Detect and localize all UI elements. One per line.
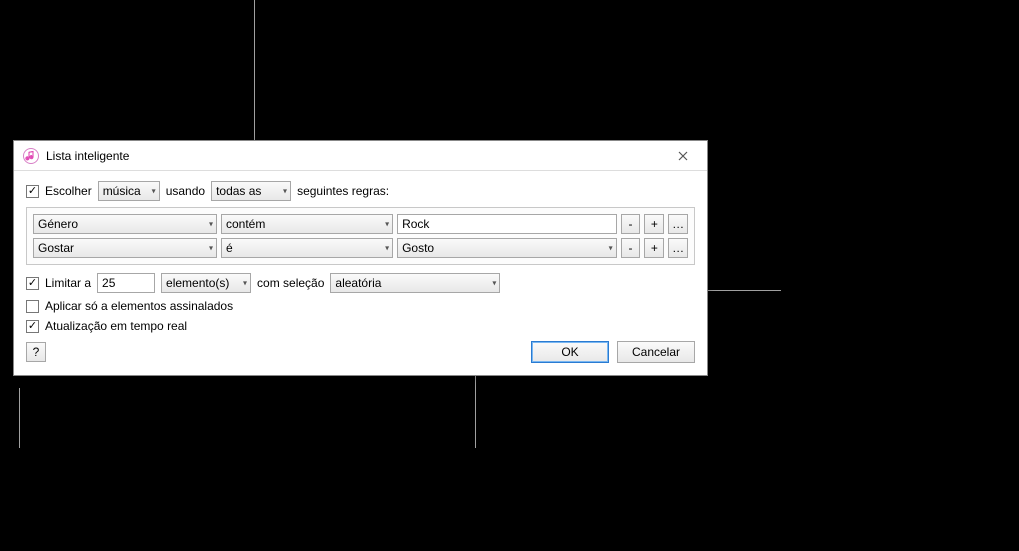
rule-operator-value: é bbox=[226, 241, 388, 255]
rule-row: Género ▾ contém ▾ Rock - + … bbox=[33, 214, 688, 234]
limit-value-text: 25 bbox=[102, 276, 115, 290]
rule-row: Gostar ▾ é ▾ Gosto ▾ - + … bbox=[33, 238, 688, 258]
titlebar: Lista inteligente bbox=[14, 141, 707, 171]
rule-value-text: Rock bbox=[402, 217, 429, 231]
limit-label: Limitar a bbox=[45, 276, 91, 290]
limit-selection-value: aleatória bbox=[335, 276, 495, 290]
media-type-select[interactable]: música ▾ bbox=[98, 181, 160, 201]
dialog-footer: ? OK Cancelar bbox=[26, 341, 695, 363]
chevron-down-icon: ▾ bbox=[385, 244, 389, 253]
remove-rule-button[interactable]: - bbox=[621, 238, 641, 258]
match-scope-select[interactable]: todas as ▾ bbox=[211, 181, 291, 201]
limit-selection-label: com seleção bbox=[257, 276, 324, 290]
rule-value-text: Gosto bbox=[402, 241, 612, 255]
chevron-down-icon: ▾ bbox=[385, 220, 389, 229]
limit-selection-select[interactable]: aleatória ▾ bbox=[330, 273, 500, 293]
media-type-value: música bbox=[103, 184, 155, 198]
add-rule-button[interactable]: + bbox=[644, 214, 664, 234]
rule-field-select[interactable]: Gostar ▾ bbox=[33, 238, 217, 258]
chevron-down-icon: ▾ bbox=[492, 279, 496, 288]
close-button[interactable] bbox=[667, 144, 699, 168]
chevron-down-icon: ▾ bbox=[609, 244, 613, 253]
match-label-suffix: seguintes regras: bbox=[297, 184, 389, 198]
dialog-title: Lista inteligente bbox=[46, 149, 667, 163]
nest-rule-button[interactable]: … bbox=[668, 214, 688, 234]
dialog-body: Escolher música ▾ usando todas as ▾ segu… bbox=[14, 171, 707, 375]
match-row: Escolher música ▾ usando todas as ▾ segu… bbox=[26, 181, 695, 201]
rule-field-value: Género bbox=[38, 217, 212, 231]
match-checked-row: Aplicar só a elementos assinalados bbox=[26, 299, 695, 313]
match-checkbox[interactable] bbox=[26, 185, 39, 198]
match-checked-label: Aplicar só a elementos assinalados bbox=[45, 299, 233, 313]
live-update-checkbox[interactable] bbox=[26, 320, 39, 333]
chevron-down-icon: ▾ bbox=[209, 244, 213, 253]
ok-button[interactable]: OK bbox=[531, 341, 609, 363]
rule-operator-select[interactable]: é ▾ bbox=[221, 238, 393, 258]
add-rule-button[interactable]: + bbox=[644, 238, 664, 258]
chevron-down-icon: ▾ bbox=[283, 187, 287, 196]
rule-operator-select[interactable]: contém ▾ bbox=[221, 214, 393, 234]
limit-row: Limitar a 25 elemento(s) ▾ com seleção a… bbox=[26, 273, 695, 293]
remove-rule-button[interactable]: - bbox=[621, 214, 641, 234]
cancel-button[interactable]: Cancelar bbox=[617, 341, 695, 363]
smart-playlist-dialog: Lista inteligente Escolher música ▾ usan… bbox=[13, 140, 708, 376]
live-update-label: Atualização em tempo real bbox=[45, 319, 187, 333]
rule-field-value: Gostar bbox=[38, 241, 212, 255]
callout-line-left-v bbox=[19, 388, 20, 448]
limit-checkbox[interactable] bbox=[26, 277, 39, 290]
rule-field-select[interactable]: Género ▾ bbox=[33, 214, 217, 234]
rule-operator-value: contém bbox=[226, 217, 388, 231]
rule-value-input[interactable]: Rock bbox=[397, 214, 617, 234]
limit-value-input[interactable]: 25 bbox=[97, 273, 155, 293]
close-icon bbox=[678, 151, 688, 161]
nest-rule-button[interactable]: … bbox=[668, 238, 688, 258]
chevron-down-icon: ▾ bbox=[152, 187, 156, 196]
match-checked-checkbox[interactable] bbox=[26, 300, 39, 313]
limit-unit-value: elemento(s) bbox=[166, 276, 246, 290]
itunes-icon bbox=[22, 147, 40, 165]
limit-unit-select[interactable]: elemento(s) ▾ bbox=[161, 273, 251, 293]
live-update-row: Atualização em tempo real bbox=[26, 319, 695, 333]
rule-value-select[interactable]: Gosto ▾ bbox=[397, 238, 617, 258]
chevron-down-icon: ▾ bbox=[243, 279, 247, 288]
chevron-down-icon: ▾ bbox=[209, 220, 213, 229]
match-label-escolher: Escolher bbox=[45, 184, 92, 198]
match-label-usando: usando bbox=[166, 184, 205, 198]
match-scope-value: todas as bbox=[216, 184, 286, 198]
help-button[interactable]: ? bbox=[26, 342, 46, 362]
rules-container: Género ▾ contém ▾ Rock - + … Gostar ▾ bbox=[26, 207, 695, 265]
